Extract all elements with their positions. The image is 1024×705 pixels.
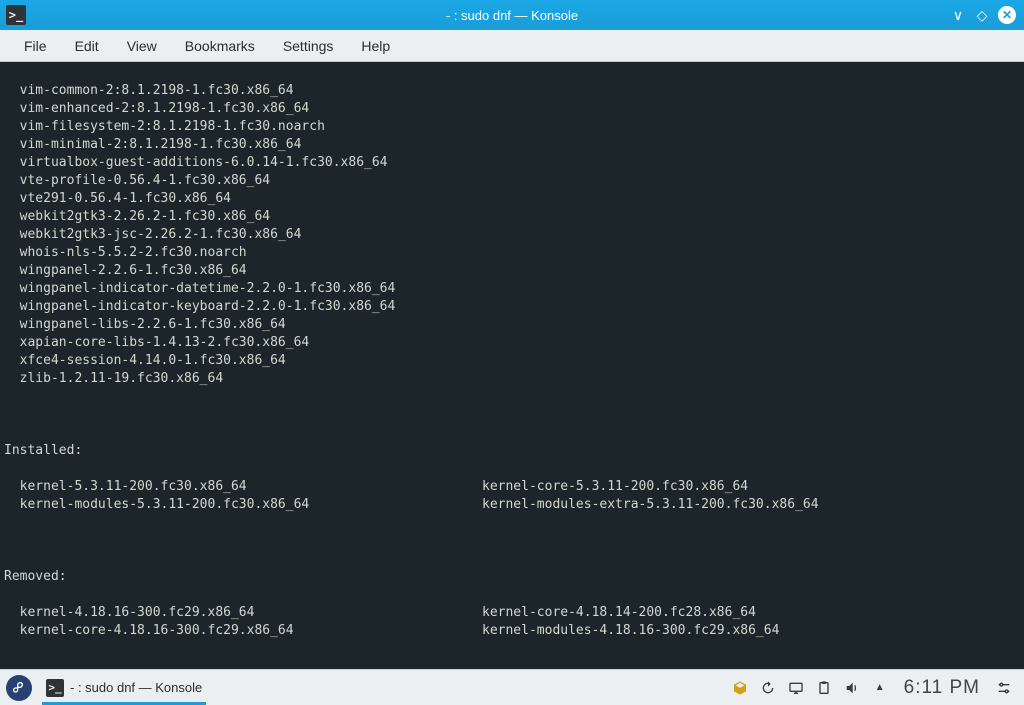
package-line: vim-enhanced-2:8.1.2198-1.fc30.x86_64 [4,100,1020,118]
konsole-icon: >_ [46,679,64,697]
window-title: - : sudo dnf — Konsole [0,8,1024,23]
menu-view[interactable]: View [113,32,171,60]
installed-header: Installed: [4,442,1020,460]
konsole-icon: >_ [6,5,26,25]
settings-toggle-icon[interactable] [996,680,1012,696]
package-row: kernel-4.18.16-300.fc29.x86_64kernel-cor… [4,604,1020,622]
menu-edit[interactable]: Edit [61,32,113,60]
package-row: kernel-5.3.11-200.fc30.x86_64kernel-core… [4,478,1020,496]
removed-header: Removed: [4,568,1020,586]
taskbar: >_ - : sudo dnf — Konsole ▲ 6:11 PM [0,669,1024,705]
package-line: webkit2gtk3-jsc-2.26.2-1.fc30.x86_64 [4,226,1020,244]
package-line: wingpanel-libs-2.2.6-1.fc30.x86_64 [4,316,1020,334]
package-line: vim-common-2:8.1.2198-1.fc30.x86_64 [4,82,1020,100]
package-line: wingpanel-indicator-datetime-2.2.0-1.fc3… [4,280,1020,298]
minimize-button[interactable]: ∨ [950,7,966,23]
package-line: whois-nls-5.5.2-2.fc30.noarch [4,244,1020,262]
package-row: kernel-core-4.18.16-300.fc29.x86_64kerne… [4,622,1020,640]
menu-file[interactable]: File [10,32,61,60]
package-line: webkit2gtk3-2.26.2-1.fc30.x86_64 [4,208,1020,226]
package-line: virtualbox-guest-additions-6.0.14-1.fc30… [4,154,1020,172]
package-icon[interactable] [732,680,748,696]
package-line: zlib-1.2.11-19.fc30.x86_64 [4,370,1020,388]
package-row: kernel-modules-5.3.11-200.fc30.x86_64ker… [4,496,1020,514]
package-line: xapian-core-libs-1.4.13-2.fc30.x86_64 [4,334,1020,352]
clock[interactable]: 6:11 PM [904,677,980,699]
package-line: vim-minimal-2:8.1.2198-1.fc30.x86_64 [4,136,1020,154]
package-line: vte291-0.56.4-1.fc30.x86_64 [4,190,1020,208]
package-line: vim-filesystem-2:8.1.2198-1.fc30.noarch [4,118,1020,136]
window-titlebar: >_ - : sudo dnf — Konsole ∨ ◇ ✕ [0,0,1024,30]
taskbar-entry-konsole[interactable]: >_ - : sudo dnf — Konsole [38,676,210,700]
close-button[interactable]: ✕ [998,6,1016,24]
menubar: File Edit View Bookmarks Settings Help [0,30,1024,62]
tray-expand-icon[interactable]: ▲ [872,680,888,696]
start-menu-button[interactable] [6,675,32,701]
menu-settings[interactable]: Settings [269,32,348,60]
maximize-button[interactable]: ◇ [974,7,990,23]
taskbar-entry-label: - : sudo dnf — Konsole [70,680,202,695]
display-icon[interactable] [788,680,804,696]
package-line: wingpanel-2.2.6-1.fc30.x86_64 [4,262,1020,280]
system-tray: ▲ 6:11 PM [732,677,1018,699]
updates-icon[interactable] [760,680,776,696]
terminal-viewport[interactable]: vim-common-2:8.1.2198-1.fc30.x86_64 vim-… [0,62,1024,669]
menu-bookmarks[interactable]: Bookmarks [171,32,269,60]
menu-help[interactable]: Help [347,32,404,60]
package-line: vte-profile-0.56.4-1.fc30.x86_64 [4,172,1020,190]
window-controls: ∨ ◇ ✕ [950,6,1024,24]
fedora-icon [11,680,27,696]
volume-icon[interactable] [844,680,860,696]
clipboard-icon[interactable] [816,680,832,696]
package-line: xfce4-session-4.14.0-1.fc30.x86_64 [4,352,1020,370]
package-line: wingpanel-indicator-keyboard-2.2.0-1.fc3… [4,298,1020,316]
